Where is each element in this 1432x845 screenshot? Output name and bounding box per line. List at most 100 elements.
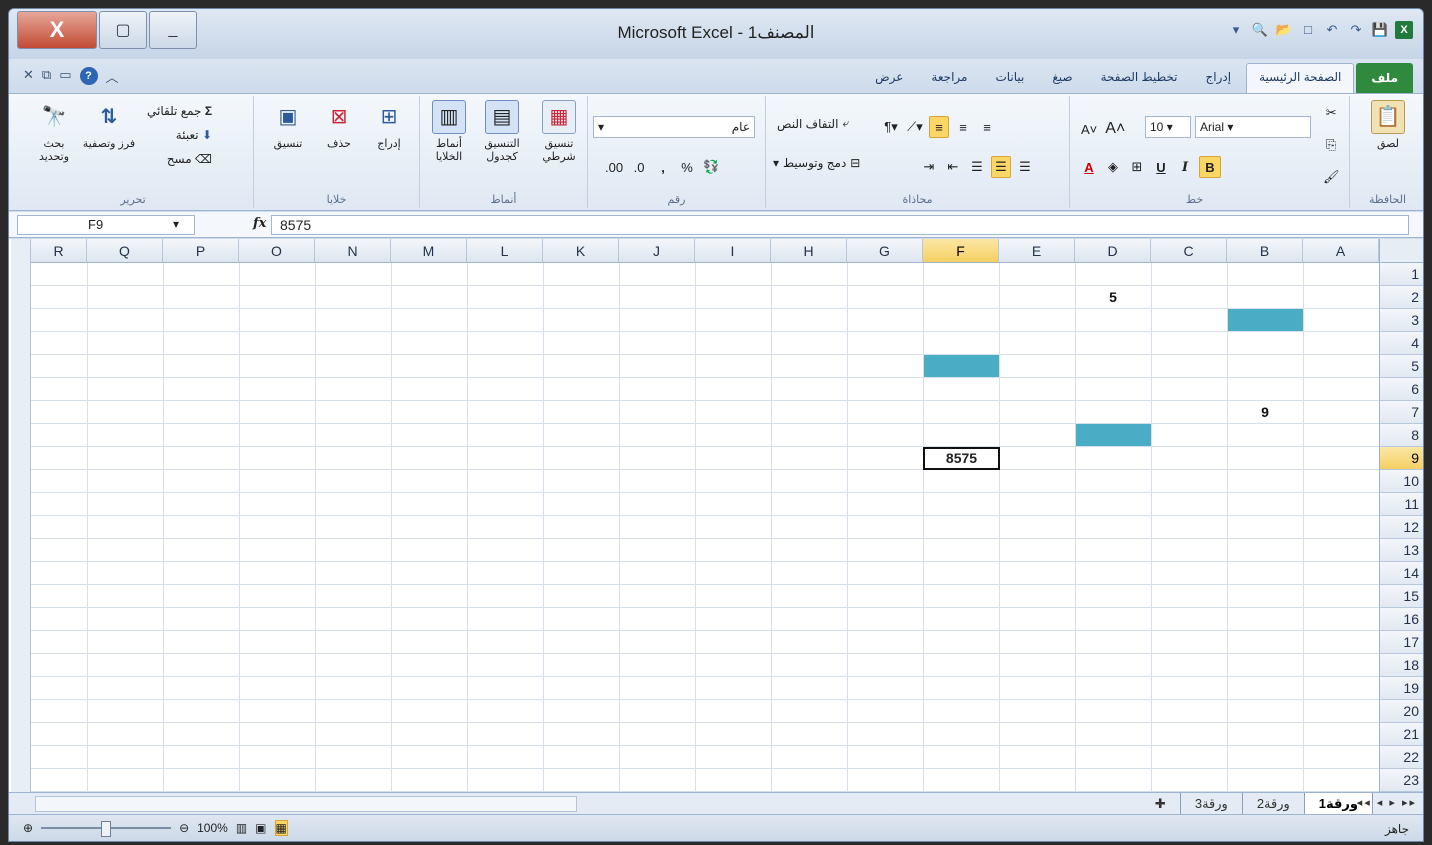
align-middle-icon[interactable]: ≡: [953, 116, 973, 138]
font-name-select[interactable]: Arial ▾: [1195, 116, 1311, 138]
decrease-font-icon[interactable]: A˅: [1079, 118, 1099, 140]
column-header-L[interactable]: L: [467, 239, 543, 263]
row-header-5[interactable]: 5: [1379, 355, 1423, 378]
collapse-ribbon-icon[interactable]: ︿: [106, 67, 119, 86]
align-bottom-icon[interactable]: ≡: [977, 116, 997, 138]
column-header-H[interactable]: H: [771, 239, 847, 263]
select-all-corner[interactable]: [1379, 239, 1423, 263]
row-header-22[interactable]: 22: [1379, 746, 1423, 769]
comma-style-button[interactable]: ,: [653, 156, 673, 178]
row-header-17[interactable]: 17: [1379, 631, 1423, 654]
cell-B7[interactable]: 9: [1227, 401, 1303, 424]
align-right-icon[interactable]: ☰: [1015, 156, 1035, 178]
sheet-nav-arrows[interactable]: ◂◂ ◂ ▸ ▸▸: [1357, 796, 1417, 809]
orientation-icon[interactable]: ⟋▾: [905, 116, 925, 138]
number-format-select[interactable]: ▾ عام: [593, 116, 755, 138]
row-header-3[interactable]: 3: [1379, 309, 1423, 332]
tab-page-layout[interactable]: تخطيط الصفحة: [1088, 63, 1191, 93]
copy-icon[interactable]: ⎘: [1321, 134, 1341, 156]
close-workbook-icon[interactable]: ✕: [23, 67, 34, 86]
column-header-N[interactable]: N: [315, 239, 391, 263]
worksheet-grid[interactable]: A B C D E F G H I J K L M N O P Q R 1 2 3 4 5 6 7 8 9 10 11 12 13 14 15 1…: [9, 239, 1423, 792]
row-header-14[interactable]: 14: [1379, 562, 1423, 585]
column-header-Q[interactable]: Q: [87, 239, 163, 263]
row-header-20[interactable]: 20: [1379, 700, 1423, 723]
zoom-slider[interactable]: [41, 821, 172, 837]
percent-style-button[interactable]: %: [677, 156, 697, 178]
column-header-C[interactable]: C: [1151, 239, 1227, 263]
name-box[interactable]: F9: [17, 215, 195, 235]
find-select-button[interactable]: 🔭 بحث وتحديد: [29, 100, 79, 164]
zoom-in-icon[interactable]: ⊕: [23, 821, 33, 835]
format-as-table-button[interactable]: ▤ التنسيق كجدول: [474, 100, 530, 164]
restore-workbook-icon[interactable]: ⧉: [42, 67, 51, 86]
insert-cells-button[interactable]: ⊞ إدراج: [364, 100, 414, 151]
column-header-O[interactable]: O: [239, 239, 315, 263]
formula-input[interactable]: 8575: [271, 215, 1409, 235]
row-header-1[interactable]: 1: [1379, 263, 1423, 286]
indent-increase-icon[interactable]: ⇥: [919, 156, 939, 178]
filled-cell-B3[interactable]: [1228, 309, 1303, 331]
column-header-A[interactable]: A: [1303, 239, 1379, 263]
column-header-P[interactable]: P: [163, 239, 239, 263]
row-header-18[interactable]: 18: [1379, 654, 1423, 677]
column-header-K[interactable]: K: [543, 239, 619, 263]
row-header-2[interactable]: 2: [1379, 286, 1423, 309]
zoom-out-icon[interactable]: ⊖: [179, 821, 189, 835]
fill-button[interactable]: تعبئة ⬇: [176, 128, 212, 142]
tab-view[interactable]: عرض: [862, 63, 916, 93]
font-color-icon[interactable]: A: [1079, 156, 1099, 178]
align-top-icon[interactable]: ≡: [929, 116, 949, 138]
column-header-J[interactable]: J: [619, 239, 695, 263]
name-box-dropdown-icon[interactable]: ▾: [173, 217, 179, 231]
vertical-scrollbar[interactable]: [11, 239, 31, 792]
align-left-icon[interactable]: ☰: [967, 156, 987, 178]
cell-D2[interactable]: 5: [1075, 286, 1151, 309]
page-layout-view-icon[interactable]: ▣: [255, 821, 266, 835]
row-header-15[interactable]: 15: [1379, 585, 1423, 608]
filled-cell-D8[interactable]: [1076, 424, 1151, 446]
column-header-E[interactable]: E: [999, 239, 1075, 263]
font-size-select[interactable]: 10 ▾: [1145, 116, 1191, 138]
conditional-format-button[interactable]: ▦ تنسيق شرطي: [530, 100, 588, 164]
tab-file[interactable]: ملف: [1356, 63, 1413, 93]
normal-view-icon[interactable]: ▦: [274, 820, 288, 836]
tab-data[interactable]: بيانات: [982, 63, 1037, 93]
print-preview-icon[interactable]: 🔍: [1251, 21, 1269, 39]
column-header-F[interactable]: F: [923, 239, 999, 263]
format-cells-button[interactable]: ▣ تنسيق: [262, 100, 314, 151]
currency-icon[interactable]: 💱: [701, 156, 721, 178]
row-header-21[interactable]: 21: [1379, 723, 1423, 746]
horizontal-scrollbar[interactable]: [35, 796, 577, 812]
row-header-10[interactable]: 10: [1379, 470, 1423, 493]
insert-function-icon[interactable]: fx: [253, 216, 266, 231]
row-header-16[interactable]: 16: [1379, 608, 1423, 631]
row-header-23[interactable]: 23: [1379, 769, 1423, 792]
format-painter-icon[interactable]: 🖌: [1321, 166, 1342, 188]
row-header-12[interactable]: 12: [1379, 516, 1423, 539]
increase-font-icon[interactable]: A˄: [1103, 118, 1127, 140]
wrap-text-button[interactable]: التفاف النص ⤶: [777, 116, 849, 131]
fill-color-icon[interactable]: ◈: [1103, 156, 1123, 178]
column-header-B[interactable]: B: [1227, 239, 1303, 263]
undo-icon[interactable]: ↶: [1323, 21, 1341, 39]
row-header-6[interactable]: 6: [1379, 378, 1423, 401]
cut-icon[interactable]: ✂: [1321, 102, 1341, 124]
increase-decimal-button[interactable]: .0: [629, 156, 649, 178]
row-header-19[interactable]: 19: [1379, 677, 1423, 700]
tab-home[interactable]: الصفحة الرئيسية: [1246, 63, 1355, 93]
customize-qat-icon[interactable]: ▾: [1227, 21, 1245, 39]
text-direction-icon[interactable]: ¶▾: [881, 116, 901, 138]
save-icon[interactable]: 💾: [1371, 21, 1389, 39]
column-header-M[interactable]: M: [391, 239, 467, 263]
column-header-R[interactable]: R: [31, 239, 87, 263]
row-header-13[interactable]: 13: [1379, 539, 1423, 562]
filled-cell-F5[interactable]: [924, 355, 999, 377]
open-folder-icon[interactable]: 📂: [1275, 21, 1293, 39]
minimize-ribbon-icon[interactable]: ▭: [59, 67, 71, 86]
merge-center-button[interactable]: ▾ دمج وتوسيط ⊟: [773, 156, 860, 170]
underline-button[interactable]: U: [1151, 156, 1171, 178]
cell-styles-button[interactable]: ▥ أنماط الخلايا: [424, 100, 474, 164]
paste-button[interactable]: 📋 لصق: [1360, 100, 1416, 151]
autosum-button[interactable]: جمع تلقائي Σ: [147, 104, 212, 118]
